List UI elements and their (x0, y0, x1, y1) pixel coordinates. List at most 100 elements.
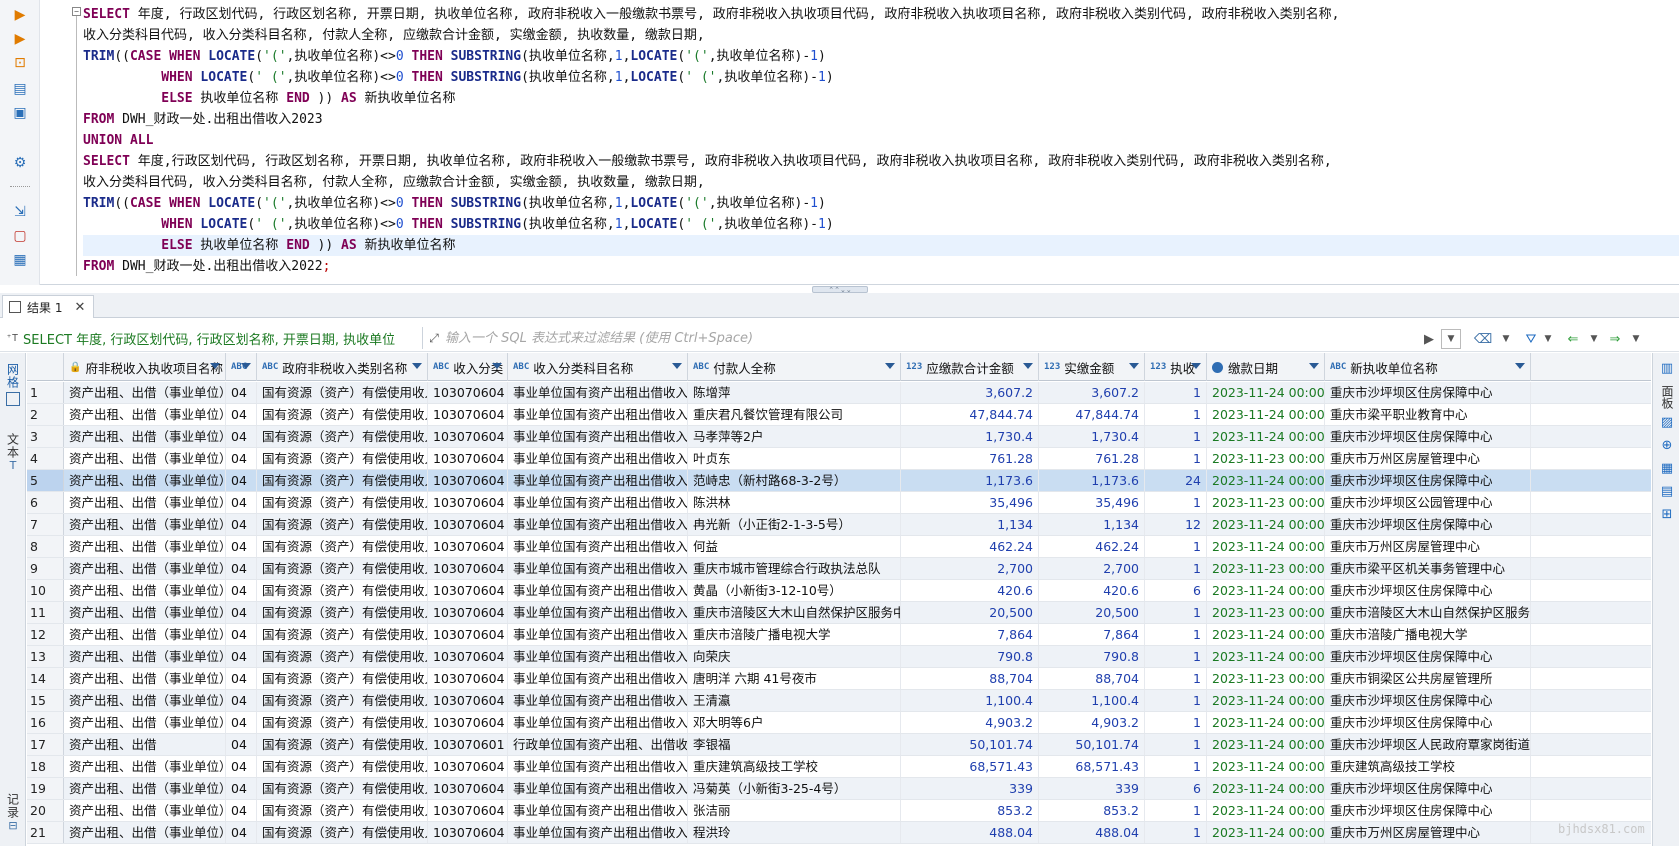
table-cell[interactable]: 重庆市梁平职业教育中心 (1325, 404, 1531, 425)
row-number[interactable]: 3 (27, 426, 64, 447)
funnel-icon[interactable]: ⛛ (1522, 329, 1540, 349)
table-cell[interactable]: 事业单位国有资产出租出借收入 (508, 470, 688, 491)
table-row[interactable]: 20 资产出租、出借（事业单位） 04 国有资源（资产）有偿使用收入 103070604… (27, 800, 1651, 822)
table-cell[interactable]: 重庆市万州区房屋管理中心 (1325, 448, 1531, 469)
table-cell[interactable]: 2023-11-24 00:00:00 (1207, 580, 1325, 601)
table-row[interactable]: 5 资产出租、出借（事业单位） 04 国有资源（资产）有偿使用收入 103070604 事… (27, 470, 1651, 492)
table-cell[interactable]: 马孝萍等2户 (688, 426, 901, 447)
table-cell[interactable]: 88,704 (1039, 668, 1145, 689)
table-cell[interactable]: 103070604 (428, 404, 508, 425)
table-cell[interactable]: 50,101.74 (1039, 734, 1145, 755)
table-cell[interactable]: 04 (226, 734, 257, 755)
table-cell[interactable]: 2023-11-24 00:00:00 (1207, 734, 1325, 755)
table-cell[interactable]: 103070604 (428, 382, 508, 403)
table-cell[interactable]: 资产出租、出借（事业单位） (64, 426, 226, 447)
sort-chevron-down-icon[interactable] (1309, 363, 1319, 369)
table-cell[interactable]: 4,903.2 (901, 712, 1039, 733)
sort-chevron-down-icon[interactable] (1129, 363, 1139, 369)
table-cell[interactable]: 资产出租、出借（事业单位） (64, 580, 226, 601)
table-cell[interactable]: 103070604 (428, 558, 508, 579)
table-cell[interactable]: 1 (1145, 800, 1207, 821)
table-cell[interactable]: 7,864 (1039, 624, 1145, 645)
table-cell[interactable]: 12 (1145, 514, 1207, 535)
table-cell[interactable]: 103070604 (428, 822, 508, 843)
table-cell[interactable]: 488.04 (1039, 822, 1145, 843)
table-cell[interactable]: 事业单位国有资产出租出借收入 (508, 558, 688, 579)
table-cell[interactable]: 重庆市万州区房屋管理中心 (1325, 822, 1531, 843)
table-cell[interactable]: 重庆市沙坪坝区住房保障中心 (1325, 800, 1531, 821)
table-cell[interactable]: 重庆市沙坪坝区住房保障中心 (1325, 712, 1531, 733)
table-cell[interactable]: 04 (226, 822, 257, 843)
table-cell[interactable]: 1,134 (1039, 514, 1145, 535)
table-cell[interactable]: 事业单位国有资产出租出借收入 (508, 580, 688, 601)
table-cell[interactable]: 资产出租、出借（事业单位） (64, 624, 226, 645)
save-file-icon[interactable]: ▢ (10, 226, 30, 246)
table-cell[interactable]: 35,496 (901, 492, 1039, 513)
table-cell[interactable]: 重庆市万州区房屋管理中心 (1325, 536, 1531, 557)
table-row[interactable]: 19 资产出租、出借（事业单位） 04 国有资源（资产）有偿使用收入 103070604… (27, 778, 1651, 800)
table-cell[interactable]: 103070604 (428, 668, 508, 689)
table-cell[interactable]: 2023-11-23 00:00:00 (1207, 448, 1325, 469)
table-cell[interactable]: 2023-11-24 00:00:00 (1207, 800, 1325, 821)
table-cell[interactable]: 2023-11-24 00:00:00 (1207, 756, 1325, 777)
table-cell[interactable]: 103070604 (428, 624, 508, 645)
table-cell[interactable]: 04 (226, 448, 257, 469)
table-cell[interactable]: 2023-11-24 00:00:00 (1207, 778, 1325, 799)
table-cell[interactable]: 事业单位国有资产出租出借收入 (508, 690, 688, 711)
table-cell[interactable]: 1 (1145, 448, 1207, 469)
row-number[interactable]: 17 (27, 734, 64, 755)
table-cell[interactable]: 68,571.43 (901, 756, 1039, 777)
table-cell[interactable]: 04 (226, 536, 257, 557)
code-line[interactable]: FROM DWH_财政一处.出租出借收入2023 (83, 109, 1679, 130)
table-cell[interactable]: 重庆市城市管理综合行政执法总队 (688, 558, 901, 579)
code-line[interactable]: TRIM((CASE WHEN LOCATE('(',执收单位名称)<>0 TH… (83, 193, 1679, 214)
table-cell[interactable]: 3,607.2 (1039, 382, 1145, 403)
table-row[interactable]: 15 资产出租、出借（事业单位） 04 国有资源（资产）有偿使用收入 103070604… (27, 690, 1651, 712)
table-cell[interactable]: 1,730.4 (1039, 426, 1145, 447)
results-grid[interactable]: 🔒 府非税收入执收项目名称 ABC ABC 政府非税收入类别名称 ABC 收入分类 ABC 收入… (27, 353, 1651, 846)
table-cell[interactable]: 国有资源（资产）有偿使用收入 (257, 800, 428, 821)
table-cell[interactable]: 1 (1145, 690, 1207, 711)
table-cell[interactable]: 事业单位国有资产出租出借收入 (508, 602, 688, 623)
table-cell[interactable]: 冉光新（小正街2-1-3-5号） (688, 514, 901, 535)
table-cell[interactable]: 重庆市沙坪坝区住房保障中心 (1325, 470, 1531, 491)
table-cell[interactable]: 张洁丽 (688, 800, 901, 821)
table-cell[interactable]: 国有资源（资产）有偿使用收入 (257, 690, 428, 711)
table-cell[interactable]: 重庆市沙坪坝区住房保障中心 (1325, 778, 1531, 799)
row-number[interactable]: 9 (27, 558, 64, 579)
row-number[interactable]: 8 (27, 536, 64, 557)
filter-history-dropdown-icon[interactable]: ▼ (1441, 329, 1461, 349)
filter-input[interactable] (445, 330, 1422, 346)
column-header[interactable]: 123 应缴款合计金额 (901, 353, 1039, 381)
table-cell[interactable]: 1,100.4 (1039, 690, 1145, 711)
table-row[interactable]: 10 资产出租、出借（事业单位） 04 国有资源（资产）有偿使用收入 103070604… (27, 580, 1651, 602)
sort-chevron-down-icon[interactable] (1023, 363, 1033, 369)
table-row[interactable]: 9 资产出租、出借（事业单位） 04 国有资源（资产）有偿使用收入 103070604 事… (27, 558, 1651, 580)
table-cell[interactable]: 国有资源（资产）有偿使用收入 (257, 404, 428, 425)
table-cell[interactable]: 国有资源（资产）有偿使用收入 (257, 756, 428, 777)
table-cell[interactable]: 47,844.74 (901, 404, 1039, 425)
table-cell[interactable]: 2023-11-24 00:00:00 (1207, 690, 1325, 711)
row-number[interactable]: 21 (27, 822, 64, 843)
code-line[interactable]: 收入分类科目代码, 收入分类科目名称, 付款人全称, 应缴款合计金额, 实缴金额… (83, 172, 1679, 193)
table-cell[interactable]: 103070604 (428, 800, 508, 821)
chevron-down-icon[interactable]: ▼ (1542, 329, 1554, 349)
table-cell[interactable]: 重庆市涪陵广播电视大学 (1325, 624, 1531, 645)
settings-icon[interactable]: ⚙ (10, 153, 30, 173)
table-cell[interactable]: 重庆市沙坪坝区住房保障中心 (1325, 426, 1531, 447)
table-cell[interactable]: 重庆市沙坪坝区人民政府覃家岗街道办事处 (1325, 734, 1531, 755)
table-cell[interactable]: 103070604 (428, 712, 508, 733)
table-cell[interactable]: 2,700 (901, 558, 1039, 579)
table-cell[interactable]: 04 (226, 558, 257, 579)
table-cell[interactable]: 国有资源（资产）有偿使用收入 (257, 712, 428, 733)
table-cell[interactable]: 1 (1145, 404, 1207, 425)
table-cell[interactable]: 103070604 (428, 426, 508, 447)
sql-editor[interactable]: ▶ ▶ ⊡ ▤ ▣ ⚙ ⇲ ▢ ▦ − SELECT 年度, 行政区划代码, 行… (0, 0, 1679, 285)
row-number[interactable]: 7 (27, 514, 64, 535)
code-line[interactable]: SELECT 年度,行政区划代码, 行政区划名称, 开票日期, 执收单位名称, … (83, 151, 1679, 172)
table-cell[interactable]: 1 (1145, 558, 1207, 579)
format-icon[interactable]: ▦ (10, 250, 30, 270)
table-cell[interactable]: 重庆市梁平区机关事务管理中心 (1325, 558, 1531, 579)
table-cell[interactable]: 国有资源（资产）有偿使用收入 (257, 426, 428, 447)
table-row[interactable]: 8 资产出租、出借（事业单位） 04 国有资源（资产）有偿使用收入 103070604 事… (27, 536, 1651, 558)
